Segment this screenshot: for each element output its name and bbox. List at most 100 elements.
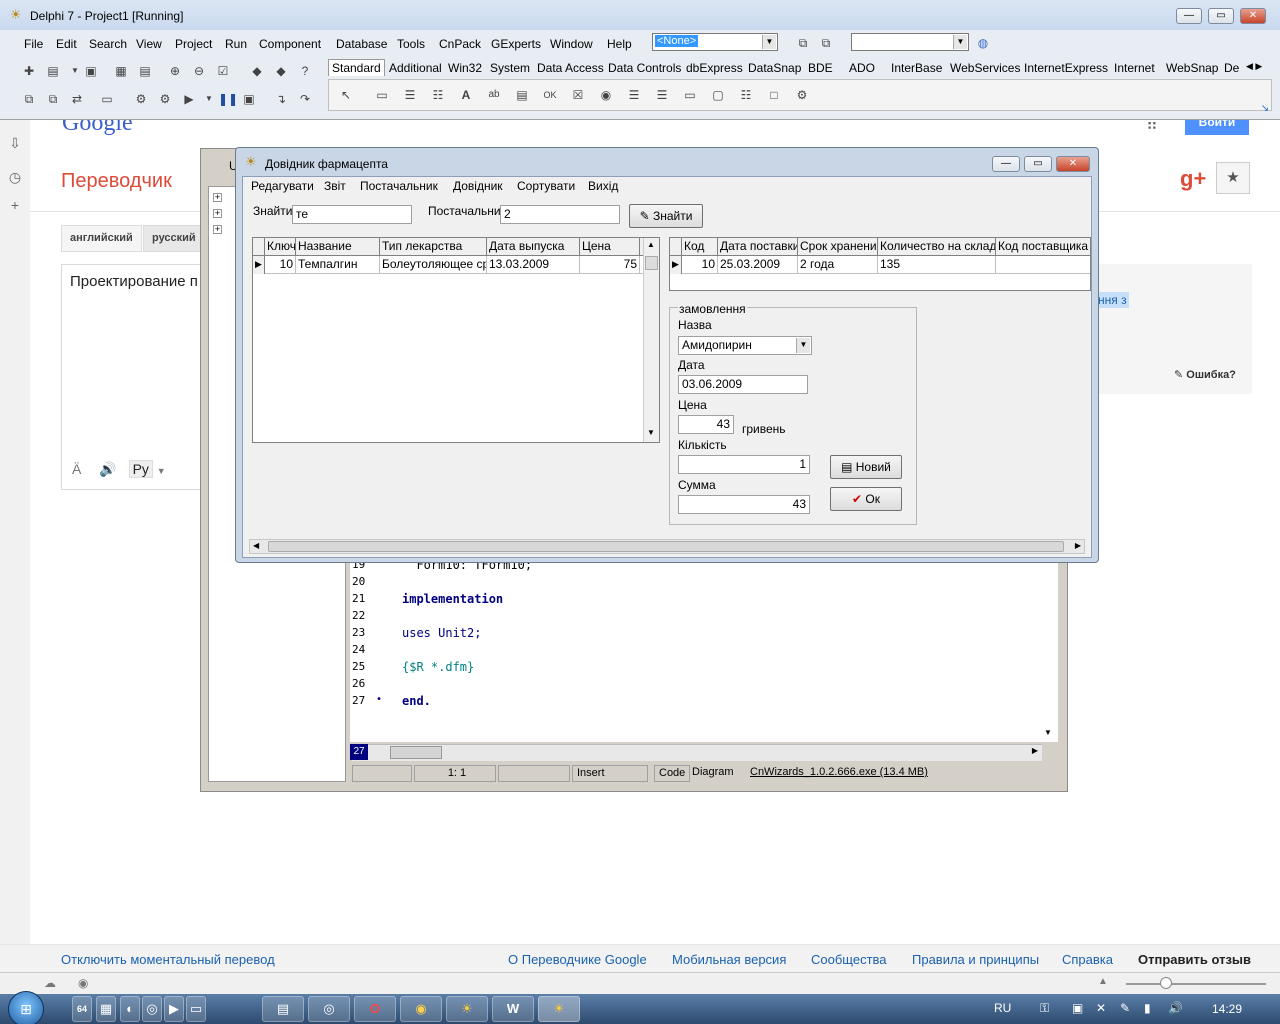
pharm-maximize-button[interactable]: ▭ <box>1024 156 1052 172</box>
chevron-down-icon[interactable]: ▼ <box>762 35 776 49</box>
supplier-input[interactable]: 2 <box>500 205 620 224</box>
palette-scroll-arrows[interactable]: ◀ ▶ <box>1246 61 1262 72</box>
chrome-taskbar-button[interactable]: ◉ <box>400 996 442 1022</box>
tree-expand-icon[interactable]: + <box>213 209 222 218</box>
tree-expand-icon[interactable]: + <box>213 193 222 202</box>
new-icon[interactable]: ✚ <box>20 62 38 80</box>
actionlist-icon[interactable]: ⚙ <box>793 86 811 104</box>
palette-tab-dbexpress[interactable]: dbExpress <box>686 61 743 75</box>
chevron-down-icon[interactable]: ▼ <box>157 466 166 476</box>
step-into-icon[interactable]: ↴ <box>272 90 290 108</box>
breakpoint-dot-icon[interactable]: • <box>376 694 382 705</box>
step-over-icon[interactable]: ↷ <box>296 90 314 108</box>
grid-vertical-scrollbar[interactable]: ▲ ▼ <box>643 238 659 442</box>
label-icon[interactable]: A <box>457 86 475 104</box>
help-icon[interactable]: ? <box>296 62 314 80</box>
clock[interactable]: 14:29 <box>1212 1002 1242 1016</box>
minimize-button[interactable]: — <box>1176 8 1202 24</box>
name-select[interactable]: Амидопирин ▼ <box>678 336 812 355</box>
volume-icon[interactable]: 🔊 <box>1168 1001 1183 1015</box>
start-button[interactable]: ⊞ <box>8 991 44 1024</box>
explorer-taskbar-button[interactable]: ▤ <box>262 996 304 1022</box>
input-tools-button[interactable]: Ру <box>128 460 153 478</box>
tab-russian[interactable]: русский <box>143 225 205 252</box>
maximize-button[interactable]: ▭ <box>1208 8 1234 24</box>
open-project-icon[interactable]: ▤ <box>136 62 154 80</box>
globe-icon[interactable]: ◍ <box>974 34 992 52</box>
tray-icon[interactable]: ▣ <box>1072 1001 1083 1015</box>
price-input[interactable]: 43 <box>678 415 734 434</box>
menu-supplier[interactable]: Постачальник <box>360 179 438 193</box>
chevron-down-icon[interactable]: ▼ <box>796 338 810 353</box>
palette-tab-win32[interactable]: Win32 <box>448 61 482 75</box>
palette-tab-internet[interactable]: Internet <box>1114 61 1155 75</box>
table-row[interactable]: ▶ 10 Темпалгин Болеутоляющее сре 13.03.2… <box>253 256 643 274</box>
memo-icon[interactable]: ▤ <box>513 86 531 104</box>
history-icon[interactable]: ◷ <box>6 168 24 186</box>
opera-taskbar-button[interactable]: O <box>354 996 396 1022</box>
menu-project[interactable]: Project <box>175 37 212 51</box>
menu-help[interactable]: Help <box>607 37 632 51</box>
help-link[interactable]: Справка <box>1062 952 1113 967</box>
quicklaunch-icon[interactable]: ▶ <box>164 996 184 1022</box>
code-editor[interactable]: 19 Form10: TForm10; 20 21 implementation… <box>350 558 1058 742</box>
about-link[interactable]: О Переводчике Google <box>508 952 647 967</box>
delphi-taskbar-button[interactable]: ☀ <box>446 996 488 1022</box>
scroll-down-icon[interactable]: ▼ <box>1044 728 1052 737</box>
pharm-close-button[interactable]: ✕ <box>1056 156 1090 172</box>
check-icon[interactable]: ☑ <box>214 62 232 80</box>
palette-tab-interbase[interactable]: InterBase <box>891 61 942 75</box>
tray-icon[interactable]: ✕ <box>1096 1001 1106 1015</box>
sum-input[interactable]: 43 <box>678 495 810 514</box>
instant-off-link[interactable]: Отключить моментальный перевод <box>61 952 275 967</box>
quicklaunch-icon[interactable]: ◐ <box>120 996 140 1022</box>
zoom-slider[interactable] <box>1126 983 1266 985</box>
menu-reference[interactable]: Довідник <box>453 179 503 193</box>
menu-search[interactable]: Search <box>89 37 127 51</box>
speaker-icon[interactable]: 🔊 <box>99 461 116 477</box>
col-price[interactable]: Цена <box>580 238 640 256</box>
editor-horizontal-scrollbar[interactable]: 27 ▶ <box>350 744 1042 761</box>
new-button[interactable]: ▤ Новий <box>830 455 902 479</box>
language-indicator[interactable]: RU <box>994 1001 1011 1015</box>
scroll-right-icon[interactable]: ▶ <box>1075 541 1081 550</box>
scrollbar-icon[interactable]: ▭ <box>681 86 699 104</box>
debug-desktop-icon[interactable]: ⧉ <box>817 34 835 52</box>
pause-run-icon[interactable]: ❚❚ <box>218 90 238 108</box>
menu-gexperts[interactable]: GExperts <box>491 37 541 51</box>
pause-icon[interactable]: ⚙ <box>156 90 174 108</box>
add-icon[interactable]: + <box>6 196 24 214</box>
menu-window[interactable]: Window <box>550 37 593 51</box>
skype-taskbar-button[interactable]: ◎ <box>308 996 350 1022</box>
checkbox-icon[interactable]: ☒ <box>569 86 587 104</box>
policy-link[interactable]: Правила и принципы <box>912 952 1039 967</box>
quicklaunch-icon[interactable]: ◎ <box>142 996 162 1022</box>
resize-icon[interactable]: ↘ <box>1256 100 1274 118</box>
menu-component[interactable]: Component <box>259 37 321 51</box>
palette-tab-de[interactable]: De <box>1224 61 1239 75</box>
popupmenu-icon[interactable]: ☷ <box>429 86 447 104</box>
col-shelf-life[interactable]: Срок хранения <box>798 238 878 256</box>
col-key[interactable]: Ключ <box>265 238 296 256</box>
quicklaunch-icon[interactable]: 64 <box>72 996 92 1022</box>
scroll-up-icon[interactable]: ▲ <box>647 240 655 249</box>
col-code[interactable]: Код <box>682 238 718 256</box>
community-link[interactable]: Сообщества <box>811 952 887 967</box>
find-button[interactable]: ✎ Знайти <box>629 204 703 228</box>
save-icon[interactable]: ▣ <box>82 62 100 80</box>
form-horizontal-scrollbar[interactable]: ◀ ▶ <box>249 539 1085 554</box>
medicines-grid[interactable]: Ключ Название Тип лекарства Дата выпуска… <box>252 237 660 443</box>
bookmark-icon[interactable]: ★ <box>1216 162 1250 194</box>
menu-report[interactable]: Звіт <box>324 179 346 193</box>
menu-sort[interactable]: Сортувати <box>517 179 575 193</box>
close-button[interactable]: ✕ <box>1240 8 1266 24</box>
listbox-icon[interactable]: ☰ <box>625 86 643 104</box>
toggle-icon[interactable]: ⇄ <box>68 90 86 108</box>
table-row[interactable]: ▶ 10 25.03.2009 2 года 135 <box>670 256 1090 274</box>
save-all-icon[interactable]: ▦ <box>112 62 130 80</box>
quicklaunch-icon[interactable]: ▭ <box>186 996 206 1022</box>
quicklaunch-icon[interactable]: ▦ <box>96 996 116 1022</box>
menu-run[interactable]: Run <box>225 37 247 51</box>
palette-tab-ado[interactable]: ADO <box>849 61 875 75</box>
menu-file[interactable]: File <box>24 37 43 51</box>
